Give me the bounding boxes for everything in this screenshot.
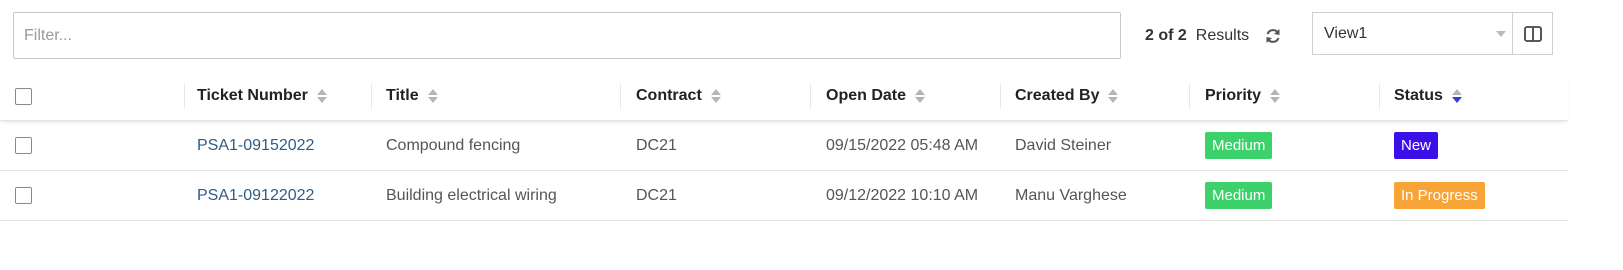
priority-cell: Medium [1205,171,1380,220]
header-label: Priority [1205,87,1262,104]
priority-badge: Medium [1205,132,1273,159]
table-row: PSA1-09122022 Building electrical wiring… [0,171,1568,221]
header-label: Created By [1015,87,1100,104]
status-badge: In Progress [1394,182,1485,209]
title-cell: Compound fencing [386,136,521,154]
results-summary: 2 of 2 Results [1145,25,1283,47]
title-cell: Building electrical wiring [386,186,557,204]
tickets-table: Ticket Number Title Contract Open Date C… [0,72,1568,221]
status-cell: New [1394,121,1564,170]
view-select[interactable]: View1 [1312,12,1512,55]
contract-cell: DC21 [636,186,677,204]
header-title[interactable]: Title [386,72,621,120]
header-contract[interactable]: Contract [636,72,811,120]
row-select-cell [15,171,185,220]
toolbar: 2 of 2 Results View1 [0,0,1623,72]
status-badge: New [1394,132,1439,159]
sort-icon[interactable] [1270,89,1281,103]
header-priority[interactable]: Priority [1205,72,1380,120]
results-label: Results [1195,27,1250,44]
sort-icon[interactable] [710,89,721,103]
columns-button[interactable] [1512,12,1553,55]
header-label: Title [386,87,419,104]
sort-icon[interactable] [427,89,438,103]
status-cell: In Progress [1394,171,1564,220]
created-by-cell: Manu Varghese [1015,186,1127,204]
priority-cell: Medium [1205,121,1380,170]
sort-icon[interactable] [316,89,327,103]
ticket-number-cell: PSA1-09152022 [197,121,372,170]
row-checkbox[interactable] [15,187,32,204]
columns-icon [1523,25,1542,42]
table-header: Ticket Number Title Contract Open Date C… [0,72,1568,121]
priority-badge: Medium [1205,182,1273,209]
refresh-icon[interactable] [1263,26,1283,46]
results-count: 2 of 2 [1145,27,1187,44]
header-label: Open Date [826,87,907,104]
ticket-link[interactable]: PSA1-09152022 [197,137,314,155]
ticket-link[interactable]: PSA1-09122022 [197,187,314,205]
chevron-down-icon [1496,31,1506,37]
row-checkbox[interactable] [15,137,32,154]
sort-icon[interactable] [1108,89,1119,103]
open-date-cell: 09/12/2022 10:10 AM [826,186,979,204]
created-by-cell: David Steiner [1015,136,1112,154]
header-select-all [15,72,185,120]
view-select-value: View1 [1324,24,1368,42]
header-label: Ticket Number [197,87,308,104]
sort-icon[interactable] [915,89,926,103]
filter-input[interactable] [13,12,1121,59]
open-date-cell: 09/15/2022 05:48 AM [826,136,979,154]
header-created-by[interactable]: Created By [1015,72,1190,120]
contract-cell: DC21 [636,136,677,154]
header-label: Status [1394,87,1443,104]
sort-icon[interactable] [1451,89,1462,103]
header-open-date[interactable]: Open Date [826,72,1001,120]
table-row: PSA1-09152022 Compound fencing DC21 09/1… [0,121,1568,171]
ticket-number-cell: PSA1-09122022 [197,171,372,220]
header-ticket-number[interactable]: Ticket Number [197,72,372,120]
header-status[interactable]: Status [1394,72,1564,120]
header-label: Contract [636,87,702,104]
select-all-checkbox[interactable] [15,87,32,105]
row-select-cell [15,121,185,170]
